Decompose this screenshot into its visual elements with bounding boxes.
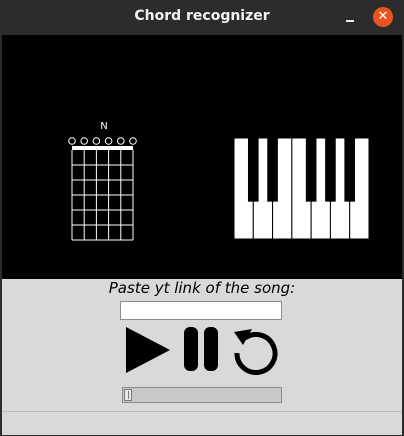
piano-black-key [325,138,336,202]
play-button[interactable] [123,324,173,376]
open-string-marker [129,137,137,145]
pause-button[interactable] [183,326,221,372]
piano-keyboard [233,137,370,240]
visualization-canvas: N [2,35,402,279]
minimize-button[interactable] [341,8,359,26]
piano-black-key [344,138,356,202]
restart-button[interactable] [231,326,281,376]
pause-icon [184,327,218,371]
restart-icon [234,329,278,375]
open-string-marker [117,137,125,145]
open-string-marker [68,137,76,145]
open-string-marker [92,137,101,145]
open-string-marker [104,137,113,145]
open-string-markers [68,137,137,145]
playback-progress-slider[interactable] [122,387,282,403]
app-window: Chord recognizer ✕ N Paste yt link of th… [0,0,404,436]
slider-thumb[interactable] [124,389,132,401]
instrument-drawing [68,137,370,241]
piano-black-key [247,138,259,202]
link-prompt-label: Paste yt link of the song: [108,279,296,297]
piano-black-key [305,138,317,202]
title-bar: Chord recognizer ✕ [0,0,404,35]
youtube-link-input[interactable] [120,301,282,320]
play-icon [126,327,170,373]
guitar-fretboard [68,137,137,241]
status-bar [2,411,402,435]
control-panel: Paste yt link of the song: [2,279,402,411]
piano-black-key [267,138,278,202]
close-button[interactable]: ✕ [373,7,393,27]
guitar-nut [72,146,133,150]
fret-grid [71,150,134,241]
open-string-marker [80,137,88,145]
